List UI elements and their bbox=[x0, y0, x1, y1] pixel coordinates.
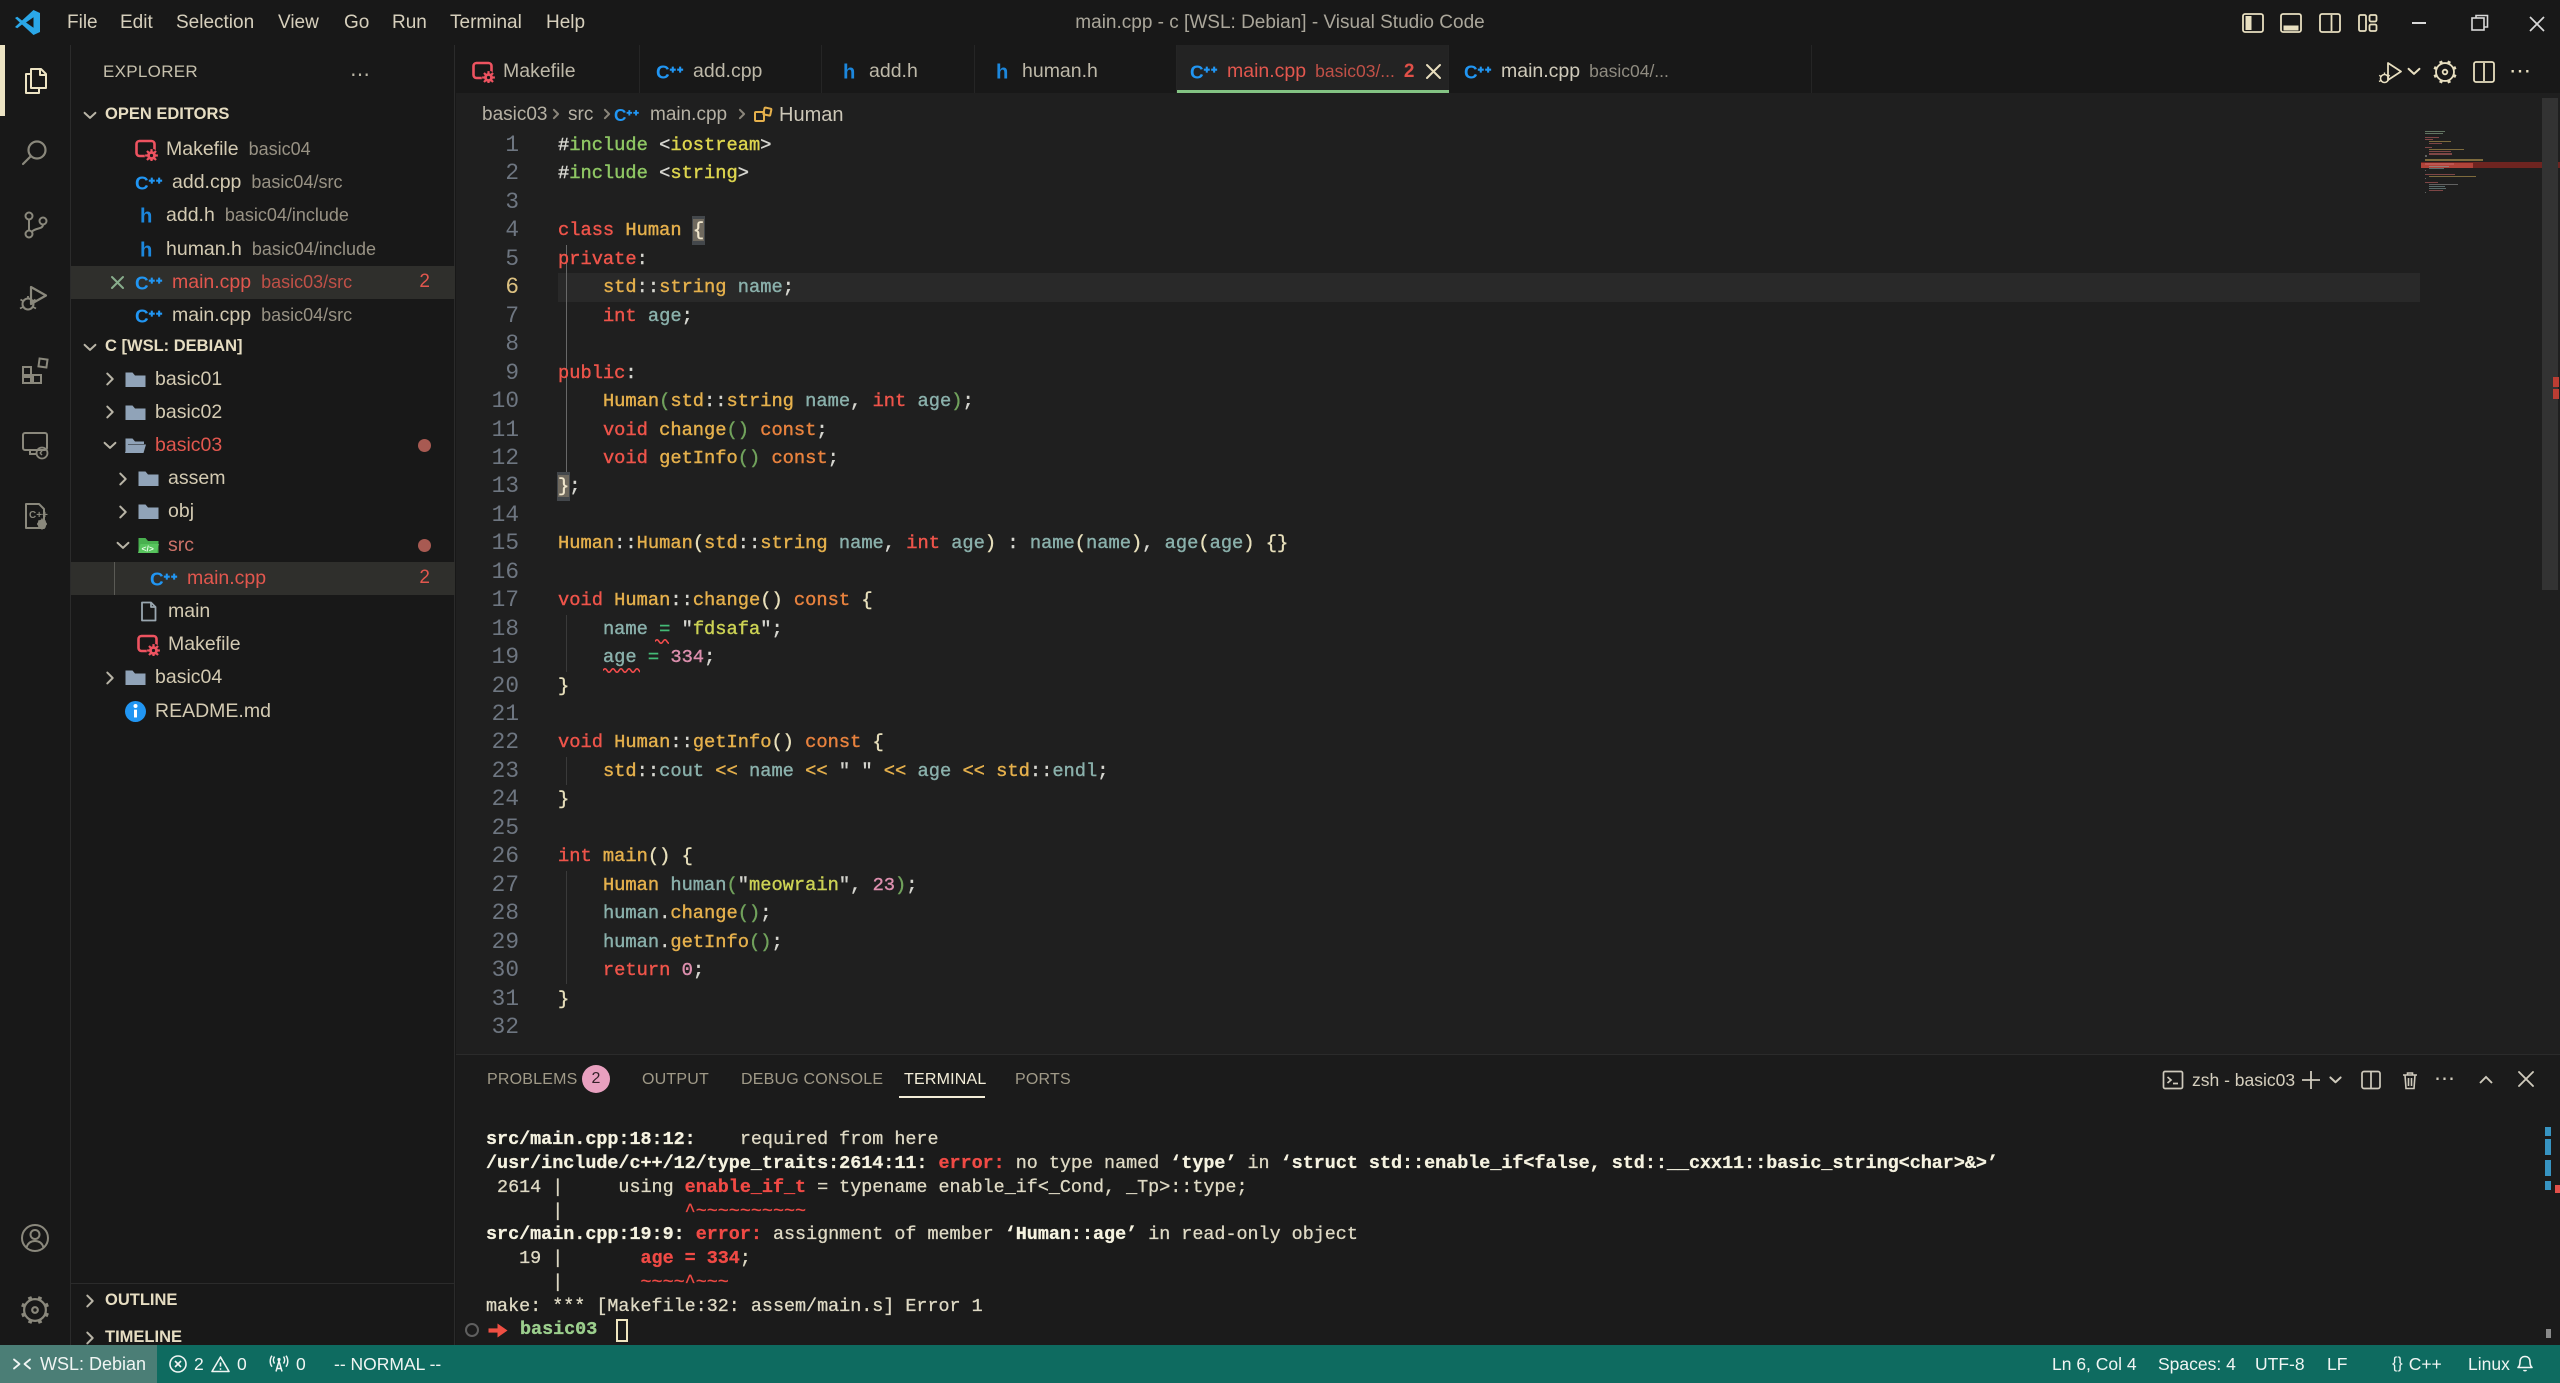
svg-text:h: h bbox=[140, 206, 152, 228]
svg-text:h: h bbox=[843, 61, 855, 83]
svg-text:C: C bbox=[135, 272, 149, 293]
svg-text:h: h bbox=[140, 239, 152, 261]
svg-text:</>: </> bbox=[142, 543, 154, 553]
svg-text:C: C bbox=[614, 105, 626, 125]
svg-text:C: C bbox=[1464, 61, 1478, 82]
svg-text:C++: C++ bbox=[29, 510, 48, 521]
svg-text:C: C bbox=[150, 568, 164, 589]
svg-text:C: C bbox=[1190, 61, 1204, 82]
svg-text:h: h bbox=[996, 61, 1008, 83]
svg-text:C: C bbox=[656, 61, 670, 82]
svg-text:C: C bbox=[135, 173, 149, 194]
svg-text:C: C bbox=[135, 305, 149, 326]
